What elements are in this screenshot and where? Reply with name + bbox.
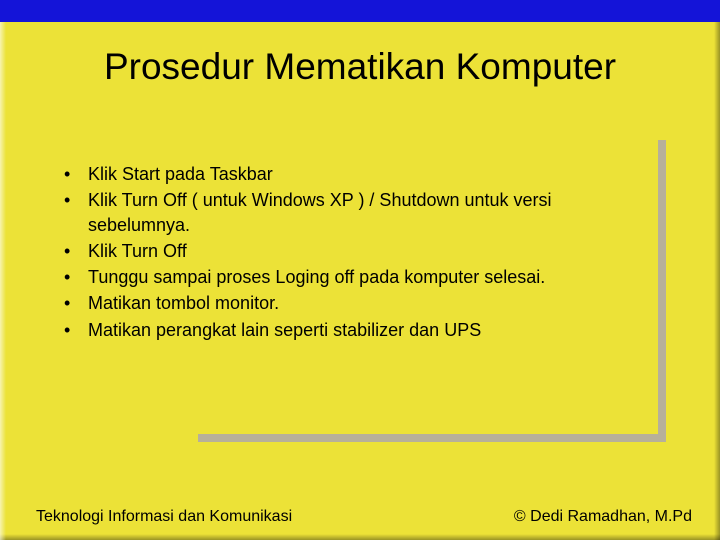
bullet-list: Klik Start pada Taskbar Klik Turn Off ( … xyxy=(58,162,658,344)
footer-left-text: Teknologi Informasi dan Komunikasi xyxy=(36,508,292,526)
list-item: Klik Start pada Taskbar xyxy=(58,162,658,186)
bullet-text: Klik Start pada Taskbar xyxy=(88,164,273,184)
list-item: Matikan tombol monitor. xyxy=(58,291,658,315)
slide-title: Prosedur Mematikan Komputer xyxy=(0,46,720,88)
bullet-text: Matikan perangkat lain seperti stabilize… xyxy=(88,320,481,340)
slide: Prosedur Mematikan Komputer Klik Start p… xyxy=(0,0,720,540)
list-item: Klik Turn Off xyxy=(58,239,658,263)
list-item: Tunggu sampai proses Loging off pada kom… xyxy=(58,265,658,289)
list-item: Klik Turn Off ( untuk Windows XP ) / Shu… xyxy=(58,188,658,237)
bullet-text: Klik Turn Off ( untuk Windows XP ) / Shu… xyxy=(88,190,552,234)
slide-left-bevel xyxy=(0,22,6,540)
list-item: Matikan perangkat lain seperti stabilize… xyxy=(58,318,658,342)
bullet-text: Tunggu sampai proses Loging off pada kom… xyxy=(88,267,545,287)
bullet-text: Matikan tombol monitor. xyxy=(88,293,279,313)
bullet-text: Klik Turn Off xyxy=(88,241,187,261)
footer-right-text: © Dedi Ramadhan, M.Pd xyxy=(514,508,692,526)
